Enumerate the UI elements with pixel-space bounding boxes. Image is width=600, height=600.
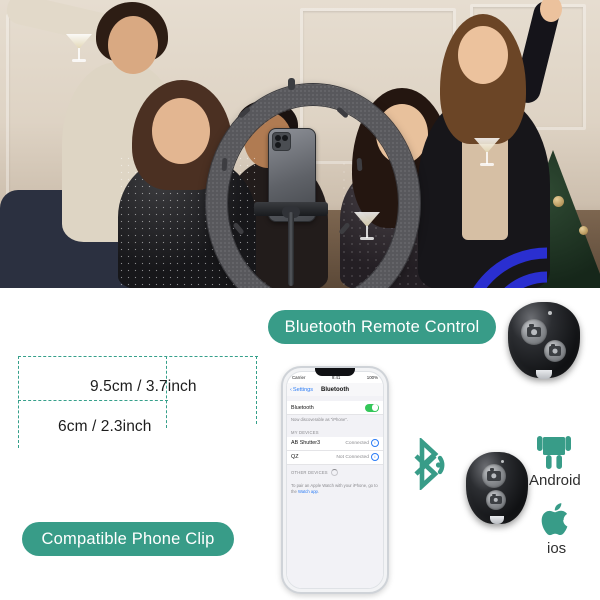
ring-light-mount-tab xyxy=(288,78,295,90)
phone-screen: Carrier 9:41 100% ‹ Settings Bluetooth B… xyxy=(286,371,384,589)
page-title: Bluetooth xyxy=(321,386,349,393)
info-icon[interactable]: i xyxy=(371,439,379,448)
device-row[interactable]: QZ Not Connected i xyxy=(287,450,383,465)
dimension-diagram: 9.5cm / 3.7inch 6cm / 2.3inch xyxy=(18,336,258,451)
lifestyle-photo xyxy=(0,0,600,290)
bluetooth-toggle-switch[interactable] xyxy=(365,403,379,412)
person-head xyxy=(458,26,508,84)
bluetooth-label: Bluetooth xyxy=(291,404,314,411)
phone-nav-bar: ‹ Settings Bluetooth xyxy=(287,383,383,397)
camera-shutter-icon xyxy=(487,468,501,482)
loading-spinner-icon xyxy=(330,468,338,476)
other-devices-header: OTHER DEVICES xyxy=(291,469,328,475)
badge-compatible-phone-clip: Compatible Phone Clip xyxy=(22,522,234,556)
ios-label: ios xyxy=(547,540,567,557)
device-status-group: Connected i xyxy=(345,439,379,448)
device-status-group: Not Connected i xyxy=(336,453,379,462)
ring-light-slot xyxy=(356,157,363,172)
badge-label: Compatible Phone Clip xyxy=(41,529,215,548)
phone-mockup: Carrier 9:41 100% ‹ Settings Bluetooth B… xyxy=(281,366,389,594)
remote-shutter-button-primary[interactable] xyxy=(482,464,506,488)
ring-light-stand-pole xyxy=(288,212,294,286)
person-head xyxy=(152,98,210,164)
camera-shutter-icon xyxy=(548,343,562,356)
device-status: Not Connected xyxy=(336,454,369,460)
my-devices-header: MY DEVICES xyxy=(291,429,319,435)
product-collage: 9.5cm / 3.7inch 6cm / 2.3inch Bluetooth … xyxy=(0,0,600,600)
remote-led-indicator xyxy=(548,311,552,315)
bluetooth-remote-bottom xyxy=(466,452,528,524)
remote-lanyard-loop xyxy=(536,370,552,379)
status-carrier: Carrier xyxy=(292,375,306,380)
other-devices-note: To pair an Apple Watch with your iPhone,… xyxy=(287,478,383,495)
phone-notch xyxy=(315,368,355,376)
dimension-guide-right xyxy=(256,356,257,424)
discoverable-note: Now discoverable as "iPhone". xyxy=(291,417,348,422)
device-row[interactable]: AB Shutter3 Connected i xyxy=(287,436,383,451)
android-robot-icon xyxy=(537,436,571,469)
remote-shutter-button-primary[interactable] xyxy=(521,319,547,345)
remote-led-indicator xyxy=(501,460,504,463)
badge-bluetooth-remote-control: Bluetooth Remote Control xyxy=(268,310,496,344)
person-head xyxy=(108,16,158,74)
dimension-label-max: 9.5cm / 3.7inch xyxy=(90,378,197,395)
dimension-guide-left xyxy=(18,356,19,448)
phone-camera-module xyxy=(272,132,291,151)
watch-app-link[interactable]: Watch app xyxy=(298,489,318,494)
status-battery: 100% xyxy=(366,375,378,380)
badge-label: Bluetooth Remote Control xyxy=(284,317,480,336)
dimension-guide-top xyxy=(18,356,258,357)
bluetooth-icon xyxy=(414,438,445,490)
android-label: Android xyxy=(529,472,581,489)
camera-shutter-icon xyxy=(526,323,542,338)
remote-shutter-button-secondary[interactable] xyxy=(486,490,506,510)
bluetooth-remote-top xyxy=(508,302,580,379)
device-name: AB Shutter3 xyxy=(291,440,321,447)
info-icon[interactable]: i xyxy=(371,453,379,462)
device-status: Connected xyxy=(345,440,369,446)
bluetooth-toggle-row[interactable]: Bluetooth xyxy=(287,401,383,415)
ring-light xyxy=(206,78,420,290)
bluetooth-settings-screen: Bluetooth Now discoverable as "iPhone". … xyxy=(287,396,383,588)
ring-light-slot xyxy=(221,157,228,172)
remote-shutter-button-secondary[interactable] xyxy=(544,340,566,362)
apple-logo-icon xyxy=(541,503,568,536)
other-devices-header-row: OTHER DEVICES xyxy=(287,465,383,478)
remote-body xyxy=(466,452,528,524)
camera-shutter-icon xyxy=(490,493,502,505)
dimension-label-min: 6cm / 2.3inch xyxy=(58,418,152,435)
ornament xyxy=(579,226,588,235)
bluetooth-signal-waves-icon xyxy=(472,247,548,290)
ornament xyxy=(553,196,564,207)
dimension-guide-mid xyxy=(18,400,168,401)
note-suffix: . xyxy=(317,488,320,494)
device-name: QZ xyxy=(291,454,299,461)
